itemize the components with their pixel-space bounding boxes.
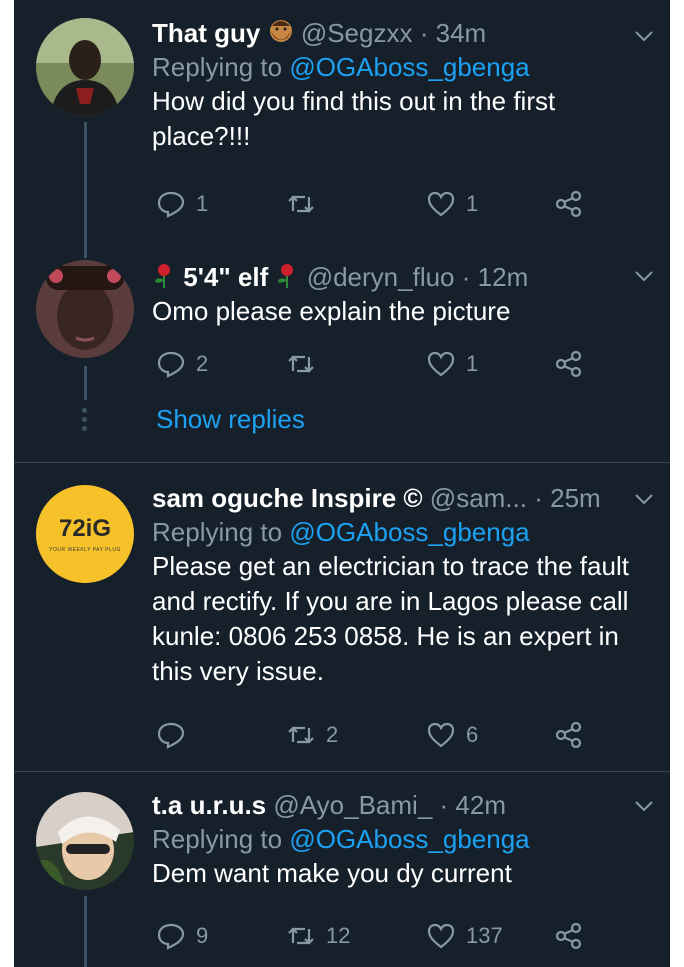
show-replies-link[interactable]: Show replies xyxy=(156,404,305,435)
reply-count: 2 xyxy=(196,351,209,376)
chevron-down-icon[interactable] xyxy=(634,796,654,816)
tweet-text: How did you find this out in the first p… xyxy=(152,86,556,151)
share-icon xyxy=(555,190,582,218)
chevron-down-icon[interactable] xyxy=(634,26,654,46)
share-icon xyxy=(555,922,582,950)
tweet-card[interactable]: t.a u.r.u.s @Ayo_Bami_ · 42m Replying to… xyxy=(14,772,670,967)
reply-icon xyxy=(157,351,185,378)
replying-to: Replying to @OGAboss_gbenga xyxy=(152,52,530,82)
avatar[interactable] xyxy=(36,260,134,358)
retweet-icon xyxy=(288,726,314,744)
tweet-header: sam oguche Inspire © @sam... · 25m xyxy=(152,483,601,513)
like-count: 1 xyxy=(466,191,479,216)
retweet-icon xyxy=(288,355,314,373)
avatar[interactable] xyxy=(36,18,134,116)
display-name[interactable]: sam oguche Inspire © xyxy=(152,483,423,513)
avatar-tagline: YOUR WEEKLY PAY PLUG xyxy=(49,547,121,553)
display-name[interactable]: That guy xyxy=(152,18,260,48)
like-button[interactable]: 6 xyxy=(426,715,478,755)
thread-line xyxy=(84,250,87,258)
reply-icon xyxy=(157,191,185,218)
like-count: 137 xyxy=(466,923,503,948)
reply-count: 9 xyxy=(196,923,209,948)
heart-icon xyxy=(427,722,455,748)
like-button[interactable]: 137 xyxy=(426,916,503,956)
reply-button[interactable]: 9 xyxy=(156,916,208,956)
like-count: 1 xyxy=(466,351,479,376)
tweet-header: 5'4" elf @deryn_fluo · 12m xyxy=(152,260,650,294)
retweet-button[interactable] xyxy=(286,344,326,384)
mention-link[interactable]: @OGAboss_gbenga xyxy=(289,52,529,82)
rose-icon xyxy=(275,262,299,296)
reply-button[interactable] xyxy=(156,715,196,755)
reply-button[interactable]: 1 xyxy=(156,184,208,224)
retweet-count: 2 xyxy=(326,722,339,747)
tweet-card[interactable]: 72iG YOUR WEEKLY PAY PLUG sam oguche Ins… xyxy=(14,463,670,771)
timestamp[interactable]: 25m xyxy=(550,483,601,513)
left-border xyxy=(0,0,14,967)
timestamp[interactable]: 42m xyxy=(455,790,506,820)
thread-dots xyxy=(82,408,88,435)
timeline: That guy @Segzxx · 34m Replying to @OGAb… xyxy=(14,0,670,967)
chevron-down-icon[interactable] xyxy=(634,489,654,509)
mention-link[interactable]: @OGAboss_gbenga xyxy=(289,824,529,854)
avatar[interactable] xyxy=(36,792,134,890)
like-count: 6 xyxy=(466,722,479,747)
retweet-icon xyxy=(288,927,314,945)
retweet-button[interactable] xyxy=(286,184,326,224)
tweet-header: t.a u.r.u.s @Ayo_Bami_ · 42m xyxy=(152,790,506,820)
tweet-card[interactable]: 5'4" elf @deryn_fluo · 12m Omo please ex… xyxy=(14,250,670,462)
tweet-header: That guy @Segzxx · 34m xyxy=(152,16,650,50)
like-button[interactable]: 1 xyxy=(426,184,478,224)
timestamp[interactable]: 12m xyxy=(478,262,529,292)
thread-line xyxy=(84,896,87,967)
share-button[interactable] xyxy=(554,715,584,755)
replying-to: Replying to @OGAboss_gbenga xyxy=(152,824,530,854)
replying-to: Replying to @OGAboss_gbenga xyxy=(152,517,530,547)
tweet-text: Omo please explain the picture xyxy=(152,296,511,326)
reply-icon xyxy=(157,923,185,950)
reply-count: 1 xyxy=(196,191,209,216)
heart-icon xyxy=(427,923,455,949)
tweet-text: Please get an electrician to trace the f… xyxy=(152,551,629,686)
timestamp[interactable]: 34m xyxy=(436,18,487,48)
share-button[interactable] xyxy=(554,344,584,384)
reply-icon xyxy=(157,722,185,749)
avatar[interactable]: 72iG YOUR WEEKLY PAY PLUG xyxy=(36,485,134,583)
bearded-face-emoji-icon xyxy=(268,18,294,52)
share-button[interactable] xyxy=(554,184,584,224)
avatar-logo: 72iG xyxy=(58,515,112,542)
retweet-icon xyxy=(288,195,314,213)
user-handle[interactable]: @sam... xyxy=(430,483,527,513)
rose-icon xyxy=(152,262,176,296)
heart-icon xyxy=(427,351,455,377)
mention-link[interactable]: @OGAboss_gbenga xyxy=(289,517,529,547)
display-name[interactable]: 5'4" elf xyxy=(183,262,268,292)
share-icon xyxy=(555,350,582,378)
user-handle[interactable]: @Ayo_Bami_ xyxy=(273,790,432,820)
user-handle[interactable]: @deryn_fluo xyxy=(307,262,455,292)
tweet-card[interactable]: That guy @Segzxx · 34m Replying to @OGAb… xyxy=(14,0,670,250)
reply-button[interactable]: 2 xyxy=(156,344,208,384)
retweet-button[interactable]: 2 xyxy=(286,715,338,755)
retweet-button[interactable]: 12 xyxy=(286,916,350,956)
tweet-text: Dem want make you dy current xyxy=(152,858,512,888)
display-name[interactable]: t.a u.r.u.s xyxy=(152,790,266,820)
thread-line xyxy=(84,122,87,250)
share-button[interactable] xyxy=(554,916,584,956)
like-button[interactable]: 1 xyxy=(426,344,478,384)
thread-line xyxy=(84,366,87,400)
retweet-count: 12 xyxy=(326,923,351,948)
user-handle[interactable]: @Segzxx xyxy=(301,18,413,48)
share-icon xyxy=(555,721,582,749)
chevron-down-icon[interactable] xyxy=(634,266,654,286)
right-border xyxy=(670,0,684,967)
heart-icon xyxy=(427,191,455,217)
